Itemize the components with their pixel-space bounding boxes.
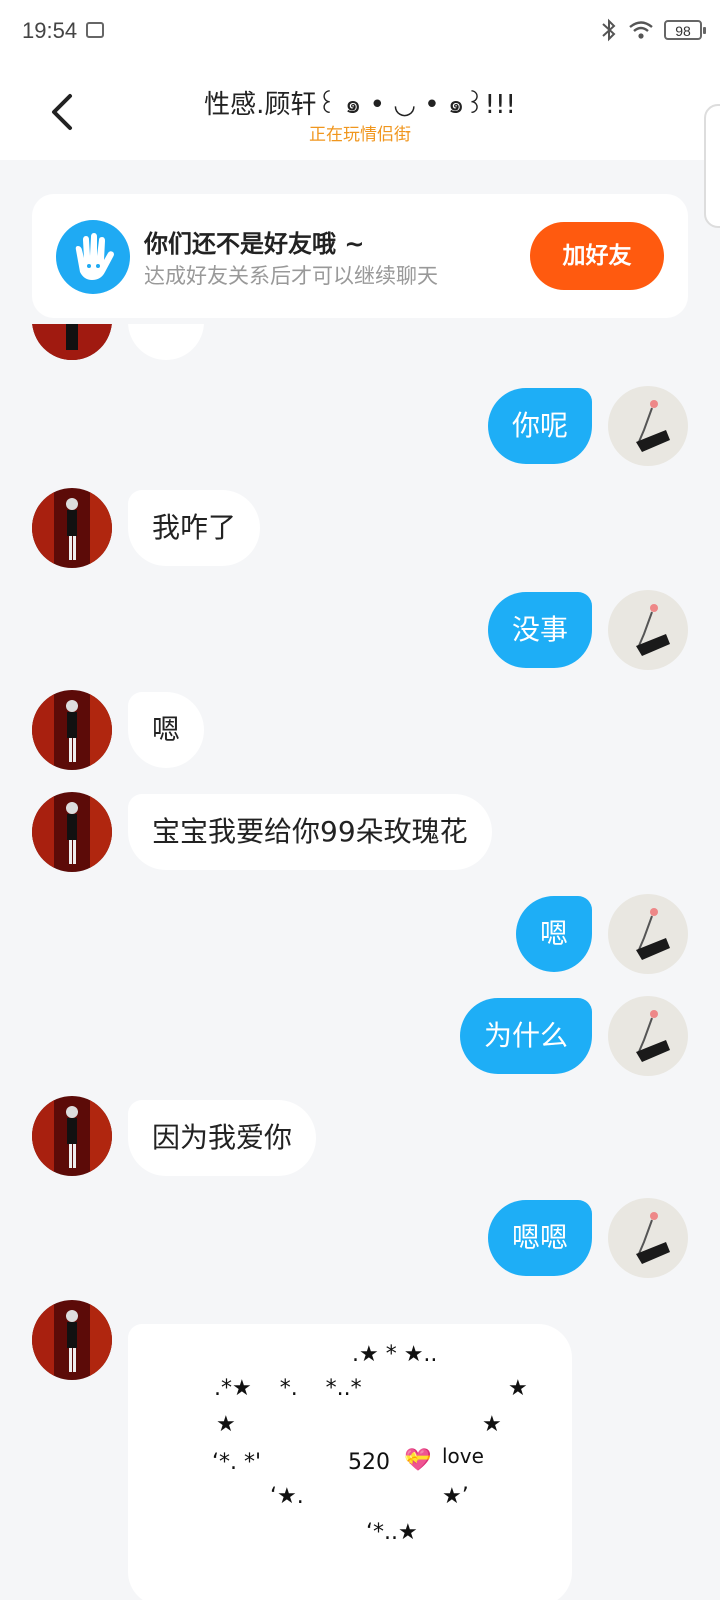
art-line: 520 — [348, 1450, 390, 1475]
art-line: ★ — [482, 1412, 502, 1437]
banner-subtitle: 达成好友关系后才可以继续聊天 — [144, 264, 438, 288]
my-avatar[interactable] — [608, 894, 688, 974]
wifi-icon — [629, 21, 653, 39]
message-bubble-incoming[interactable]: 因为我爱你 — [128, 1100, 317, 1176]
battery-indicator: 98 — [664, 20, 706, 40]
gallery-icon — [86, 22, 104, 38]
message-bubble-outgoing[interactable]: 嗯嗯 — [487, 1200, 592, 1276]
hand-wave-icon — [56, 220, 130, 294]
message-bubble-incoming[interactable]: 宝宝我要给你99朵玫瑰花 — [128, 794, 492, 870]
art-line: ‘★. — [270, 1484, 304, 1509]
art-line: ‘*. *' — [212, 1450, 262, 1475]
add-friend-button[interactable]: 加好友 — [530, 222, 664, 290]
contact-avatar[interactable] — [32, 324, 112, 360]
heart-emoji: 💝 — [404, 1448, 432, 1473]
contact-name: 性感.顾轩꒰ ๑ • ◡ • ๑꒱!!! — [204, 90, 516, 120]
art-line: ★ — [508, 1376, 528, 1401]
status-icons: 98 — [600, 18, 706, 42]
message-bubble-outgoing[interactable]: 为什么 — [459, 998, 592, 1074]
my-avatar[interactable] — [608, 996, 688, 1076]
not-friends-banner: 你们还不是好友哦 ~ 达成好友关系后才可以继续聊天 加好友 — [32, 194, 688, 318]
contact-avatar[interactable] — [32, 488, 112, 568]
message-bubble-outgoing[interactable]: 你呢 — [487, 388, 592, 464]
art-line: love — [442, 1444, 484, 1468]
banner-title: 你们还不是好友哦 ~ — [144, 230, 365, 258]
contact-avatar[interactable] — [32, 792, 112, 872]
message-bubble-incoming[interactable]: 嗯 — [128, 692, 205, 768]
art-line: ‘*..★ — [366, 1520, 418, 1545]
my-avatar[interactable] — [608, 590, 688, 670]
text-art-message[interactable]: .★ * ★.. .*★ *. *..* ★ ★ ★ ‘*. *' 520 💝 … — [128, 1324, 572, 1600]
message-bubble-outgoing[interactable]: 没事 — [487, 592, 592, 668]
contact-avatar[interactable] — [32, 1300, 112, 1380]
status-time: 19:54 — [22, 18, 78, 43]
status-bar: 19:54 98 — [0, 0, 720, 64]
my-avatar[interactable] — [608, 386, 688, 466]
art-line: ★’ — [442, 1484, 469, 1509]
message-bubble-incoming[interactable]: 我咋了 — [128, 490, 261, 566]
my-avatar[interactable] — [608, 1198, 688, 1278]
contact-status: 正在玩情侣街 — [309, 125, 411, 145]
message-bubble-outgoing[interactable]: 嗯 — [515, 896, 592, 972]
bluetooth-icon — [602, 18, 616, 42]
message-list[interactable]: 你呢 我咋了 没事 嗯 宝宝我要给你99朵玫瑰花 嗯 为什么 因为我爱你 嗯嗯 … — [0, 324, 720, 1600]
side-drawer-handle[interactable] — [704, 104, 720, 228]
contact-avatar[interactable] — [32, 690, 112, 770]
contact-avatar[interactable] — [32, 1096, 112, 1176]
art-line: ★ — [216, 1412, 236, 1437]
message-bubble[interactable] — [128, 324, 204, 360]
art-line: .*★ *. *..* — [214, 1376, 362, 1401]
chat-header: 性感.顾轩꒰ ๑ • ◡ • ๑꒱!!! 正在玩情侣街 — [0, 64, 720, 160]
art-line: .★ * ★.. — [352, 1342, 438, 1367]
